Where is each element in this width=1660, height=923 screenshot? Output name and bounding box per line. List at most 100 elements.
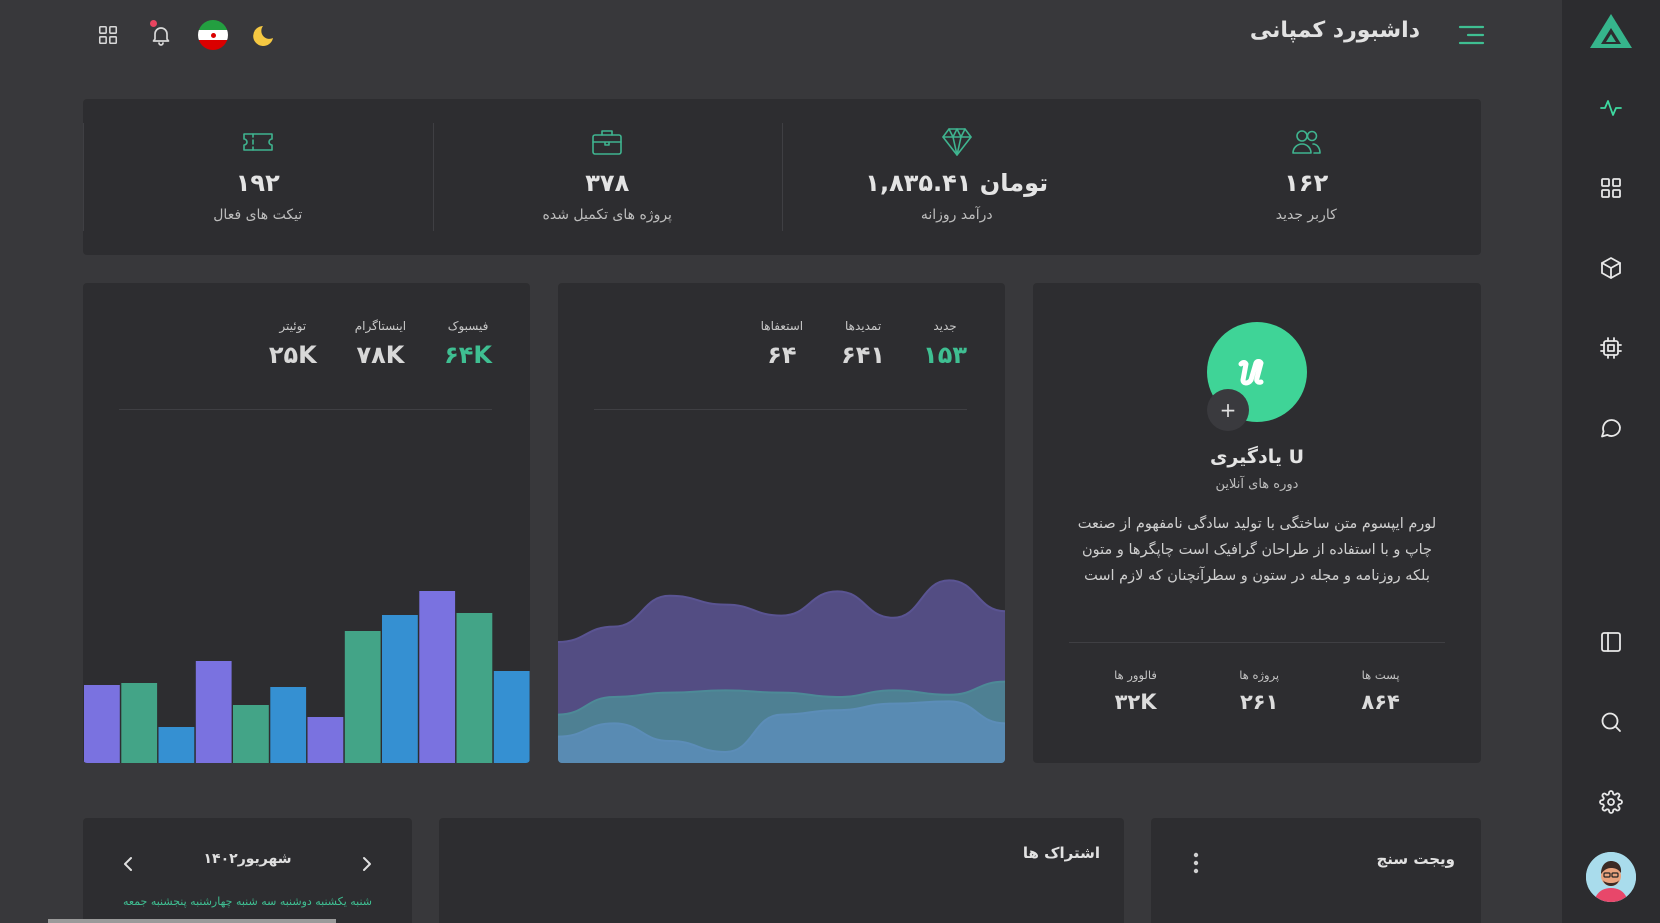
metric-instagram: اینستاگرام ۷۸K — [355, 319, 406, 369]
sidebar-item-products[interactable] — [1591, 248, 1631, 288]
stat-daily-income: ۱,۸۳۵.۴۱ تومان درآمد روزانه — [782, 99, 1132, 255]
bar — [233, 705, 269, 763]
metric-value: ۷۸K — [356, 341, 405, 369]
divider — [119, 409, 492, 410]
sidebar-toggle-icon — [1601, 632, 1621, 652]
bar — [344, 631, 381, 763]
profile-stat-projects: پروژه ها ۲۶۱ — [1239, 668, 1279, 714]
divider — [594, 409, 967, 410]
metric-label: جدید — [933, 319, 957, 333]
bar — [456, 613, 493, 763]
calendar-prev-button[interactable] — [119, 854, 139, 874]
dashboard-page: داشبورد کمپانی ۱۶۲ کاربر جدید ۱,۸۳۵.۴۱ ت… — [0, 0, 1660, 923]
stat-completed-projects: ۳۷۸ پروژه های تکمیل شده — [432, 99, 783, 255]
metric-new: جدید ۱۵۳ — [923, 319, 967, 369]
gear-icon — [1599, 790, 1623, 814]
profile-stat-value: ۸۶۴ — [1361, 690, 1400, 714]
bar — [158, 727, 195, 763]
language-button[interactable] — [198, 20, 228, 50]
briefcase-icon — [592, 130, 623, 155]
metric-value: ۶۴ — [767, 341, 797, 369]
profile-stat-label: پروژه ها — [1239, 668, 1280, 682]
ticket-icon — [242, 133, 273, 151]
sidebar-item-cpu[interactable] — [1591, 328, 1631, 368]
iran-flag-icon — [198, 20, 228, 50]
sidebar-item-layout[interactable] — [1591, 622, 1631, 662]
social-stats-card: فیسبوک ۶۴K اینستاگرام ۷۸K توئیتر ۲۵K — [83, 283, 530, 763]
stat-value: ۱,۸۳۵.۴۱ تومان — [865, 169, 1049, 197]
stat-label: پروژه های تکمیل شده — [542, 207, 672, 223]
profile-stat-value: ۳۲K — [1114, 690, 1157, 714]
cpu-icon — [1600, 337, 1622, 359]
metric-resignations: استعفاها ۶۴ — [761, 319, 804, 369]
stat-value: ۱۹۲ — [235, 169, 280, 197]
stat-label: درآمد روزانه — [920, 207, 993, 223]
bar — [307, 717, 344, 763]
metric-value: ۶۴K — [444, 341, 492, 369]
avatar-illustration — [1586, 852, 1636, 902]
gauge-widget-card: ویجت سنج — [1151, 818, 1481, 923]
bar — [195, 661, 232, 763]
sidebar-item-settings[interactable] — [1591, 782, 1631, 822]
profile-description: لورم ایپسوم متن ساختگی با تولید سادگی نا… — [1077, 516, 1437, 584]
profile-stat-followers: فالوور ها ۳۲K — [1114, 668, 1157, 714]
moon-icon — [253, 26, 273, 46]
profile-name: یادگیری U — [1209, 446, 1305, 468]
theme-toggle-button[interactable] — [250, 20, 280, 50]
stat-value: ۱۶۲ — [1284, 169, 1329, 197]
profile-stat-value: ۲۶۱ — [1239, 690, 1279, 714]
calendar-weekdays: شنبه یکشنبه دوشنبه سه شنبه چهارشنبه پنجش… — [122, 895, 373, 908]
notifications-button[interactable] — [146, 20, 176, 50]
sidebar-item-search[interactable] — [1591, 702, 1631, 742]
profile-subtitle: دوره های آنلاین — [1215, 477, 1299, 492]
employment-metrics: جدید ۱۵۳ تمدیدها ۶۴۱ استعفاها ۶۴ — [761, 319, 967, 369]
metric-facebook: فیسبوک ۶۴K — [444, 319, 492, 369]
profile-card: + یادگیری U دوره های آنلاین لورم ایپسوم … — [1033, 283, 1481, 763]
profile-stats: پست ها ۸۶۴ پروژه ها ۲۶۱ فالوور ها ۳۲K — [1073, 668, 1441, 714]
menu-icon — [1458, 25, 1485, 45]
menu-toggle-button[interactable] — [1456, 20, 1486, 50]
metric-label: تمدیدها — [844, 319, 882, 333]
more-options-icon[interactable] — [1193, 852, 1199, 874]
chevron-right-icon — [363, 857, 371, 871]
stat-value: ۳۷۸ — [585, 169, 630, 197]
users-icon — [1292, 130, 1322, 154]
chevron-left-icon — [124, 857, 132, 871]
subscriptions-title: اشتراک ها — [1022, 844, 1100, 862]
calendar-next-button[interactable] — [356, 854, 376, 874]
bar — [419, 591, 456, 763]
apps-button[interactable] — [93, 20, 123, 50]
bar — [270, 687, 307, 763]
chat-icon — [1601, 419, 1621, 438]
bar — [493, 671, 530, 763]
social-metrics: فیسبوک ۶۴K اینستاگرام ۷۸K توئیتر ۲۵K — [269, 319, 492, 369]
bar — [121, 683, 158, 763]
add-button[interactable]: + — [1207, 389, 1249, 431]
sidebar-item-dashboard[interactable] — [1591, 168, 1631, 208]
sidebar-item-chat[interactable] — [1591, 408, 1631, 448]
metric-value: ۱۵۳ — [923, 341, 967, 369]
stats-panel: ۱۶۲ کاربر جدید ۱,۸۳۵.۴۱ تومان درآمد روزا… — [83, 99, 1481, 255]
divider — [1069, 642, 1445, 643]
stat-new-users: ۱۶۲ کاربر جدید — [1132, 99, 1482, 255]
employment-stats-card: جدید ۱۵۳ تمدیدها ۶۴۱ استعفاها ۶۴ — [558, 283, 1005, 763]
metric-value: ۶۴۱ — [841, 341, 886, 369]
gauge-title: ویجت سنج — [1376, 850, 1455, 868]
page-title: داشبورد کمپانی — [1249, 18, 1420, 43]
sidebar-item-activity[interactable] — [1591, 88, 1631, 128]
metric-twitter: توئیتر ۲۵K — [269, 319, 317, 369]
metric-label: فیسبوک — [447, 319, 489, 333]
profile-stat-label: فالوور ها — [1114, 668, 1157, 682]
employment-area-chart — [558, 579, 1005, 763]
logo-icon[interactable] — [1589, 12, 1633, 50]
calendar-card: شهریور۱۴۰۲ شنبه یکشنبه دوشنبه سه شنبه چه… — [83, 818, 412, 923]
user-avatar[interactable] — [1586, 852, 1636, 902]
diamond-icon — [941, 128, 972, 156]
search-icon — [1601, 712, 1621, 732]
stat-label: کاربر جدید — [1275, 207, 1337, 223]
metric-label: توئیتر — [279, 319, 307, 333]
horizontal-scrollbar[interactable] — [48, 919, 336, 923]
box-icon — [1601, 257, 1621, 279]
apps-grid-icon — [98, 25, 118, 45]
metric-value: ۲۵K — [268, 341, 317, 369]
